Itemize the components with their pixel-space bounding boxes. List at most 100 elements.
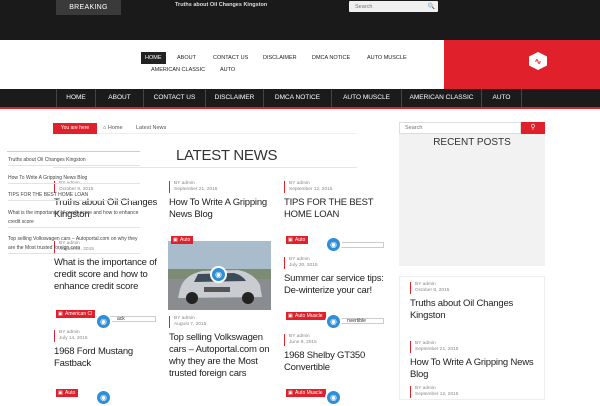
category-badge[interactable]: Auto bbox=[56, 389, 79, 397]
post-date: September 21, 2015 bbox=[174, 187, 218, 192]
post-author: BY admin bbox=[415, 386, 436, 391]
post-card: BY admin August 7, 2015 Top selling Volks… bbox=[169, 316, 273, 380]
caption-text: ack bbox=[117, 316, 125, 322]
post-meta: BY admin July 30, 2015 bbox=[284, 257, 388, 269]
post-title-link[interactable]: TIPS FOR THE BEST HOME LOAN bbox=[284, 197, 388, 221]
post-date: June 8, 2015 bbox=[289, 340, 317, 345]
recent-post-link[interactable]: Truths about Oil Changes Kingston bbox=[8, 156, 140, 166]
post-card: BY admin July 14, 2015 1968 Ford Mustang … bbox=[54, 330, 158, 370]
post-date: July 30, 2015 bbox=[289, 263, 318, 268]
post-date: August 7, 2015 bbox=[174, 322, 207, 327]
camera-icon[interactable]: ◉ bbox=[210, 266, 227, 283]
recent-post-link[interactable]: How To Write A Gripping News Blog bbox=[8, 174, 140, 184]
camera-icon[interactable]: ◉ bbox=[95, 389, 112, 406]
main-nav-auto-muscle[interactable]: AUTO MUSCLE bbox=[332, 89, 402, 107]
main-nav-dmca[interactable]: DMCA NOTICE bbox=[264, 89, 332, 107]
upper-nav-disclaimer[interactable]: DISCLAIMER bbox=[259, 52, 301, 64]
search-icon[interactable]: 🔍 bbox=[428, 3, 435, 10]
breaking-ticker-link[interactable]: Truths about Oil Changes Kingston bbox=[175, 2, 267, 8]
category-badge[interactable]: Auto Muscle bbox=[286, 389, 326, 397]
camera-icon[interactable]: ◉ bbox=[325, 389, 342, 406]
post-title-link[interactable]: Top selling Volkswagen cars – Autoportal… bbox=[169, 332, 273, 380]
recent-posts-title: RECENT POSTS bbox=[433, 137, 511, 148]
post-author: BY admin bbox=[289, 257, 310, 262]
breadcrumb: You are here ⌂ Home Latest News bbox=[53, 123, 357, 134]
post-title-link[interactable]: How To Write A Gripping News Blog bbox=[169, 197, 273, 221]
home-icon: ⌂ bbox=[103, 125, 107, 131]
post-author: BY admin bbox=[174, 316, 195, 321]
post-card: BY admin July 30, 2015 Summer car service… bbox=[284, 257, 388, 297]
breaking-label: BREAKING bbox=[56, 0, 121, 15]
breadcrumb-label: You are here bbox=[53, 123, 97, 134]
breadcrumb-home-text: Home bbox=[107, 125, 123, 131]
post-title-link[interactable]: What is the importance of credit score a… bbox=[54, 257, 158, 293]
post-card: BY admin June 8, 2015 1968 Shelby GT350 C… bbox=[284, 334, 388, 374]
sidebar-search: ⚲ bbox=[399, 122, 545, 134]
post-author: BY admin bbox=[174, 181, 195, 186]
main-nav-about[interactable]: ABOUT bbox=[96, 89, 144, 107]
upper-nav-home[interactable]: HOME bbox=[141, 52, 166, 64]
main-nav-auto[interactable]: AUTO bbox=[482, 89, 522, 107]
recent-post-link[interactable]: Top selling Volkswagen cars – Autoportal… bbox=[8, 235, 140, 254]
post-author: BY admin bbox=[415, 341, 436, 346]
category-badge[interactable]: American Cl bbox=[56, 310, 96, 318]
featured-post: BY admin September 21, 2015 How To Write … bbox=[410, 341, 538, 381]
post-date: September 12, 2015 bbox=[415, 392, 459, 397]
camera-icon[interactable]: ◉ bbox=[325, 236, 342, 253]
main-nav: HOME ABOUT CONTACT US DISCLAIMER DMCA NO… bbox=[0, 89, 600, 109]
search-icon: ⚲ bbox=[530, 124, 536, 131]
camera-icon[interactable]: ◉ bbox=[95, 313, 112, 330]
recent-posts-widget: RECENT POSTS bbox=[399, 134, 545, 266]
caption-text: nvertible bbox=[347, 318, 366, 324]
post-meta: BY admin September 12, 2015 bbox=[410, 386, 538, 398]
section-title: LATEST NEWS bbox=[176, 147, 278, 164]
recent-post-link[interactable]: What is the importance of credit score a… bbox=[8, 209, 140, 228]
breadcrumb-home-link[interactable]: ⌂ Home bbox=[103, 123, 123, 134]
category-badge[interactable]: Auto bbox=[171, 236, 194, 244]
upper-nav-dmca[interactable]: DMCA NOTICE bbox=[308, 52, 354, 64]
post-title-link[interactable]: 1968 Shelby GT350 Convertible bbox=[284, 350, 388, 374]
post-meta: BY admin September 12, 2015 bbox=[284, 181, 388, 193]
camera-icon[interactable]: ◉ bbox=[325, 313, 342, 330]
post-title-link[interactable]: How To Write A Gripping News Blog bbox=[410, 357, 538, 381]
post-author: BY admin bbox=[415, 282, 436, 287]
category-badge[interactable]: Auto Muscle bbox=[286, 312, 326, 320]
main-nav-disclaimer[interactable]: DISCLAIMER bbox=[206, 89, 264, 107]
header-red-area bbox=[444, 40, 600, 89]
post-date: October 8, 2015 bbox=[415, 288, 450, 293]
recent-post-link[interactable]: TIPS FOR THE BEST HOME LOAN bbox=[8, 191, 140, 201]
top-bar: BREAKING Truths about Oil Changes Kingst… bbox=[0, 0, 600, 40]
post-author: BY admin bbox=[59, 330, 80, 335]
main-nav-home[interactable]: HOME bbox=[56, 89, 96, 107]
post-title-link[interactable]: 1968 Ford Mustang Fastback bbox=[54, 346, 158, 370]
post-meta: BY admin July 14, 2015 bbox=[54, 330, 158, 342]
post-meta: BY admin September 21, 2015 bbox=[410, 341, 538, 353]
upper-nav-american-classic[interactable]: AMERICAN CLASSIC bbox=[147, 64, 209, 76]
featured-post: BY admin September 12, 2015 bbox=[410, 386, 538, 398]
upper-nav-auto-muscle[interactable]: AUTO MUSCLE bbox=[363, 52, 411, 64]
post-title-link[interactable]: Summer car service tips: De-winterize yo… bbox=[284, 273, 388, 297]
main-nav-contact[interactable]: CONTACT US bbox=[144, 89, 206, 107]
post-author: BY admin bbox=[289, 181, 310, 186]
recent-posts-divider bbox=[7, 151, 140, 152]
main-nav-american-classic[interactable]: AMERICAN CLASSIC bbox=[402, 89, 482, 107]
category-badge[interactable]: Auto bbox=[286, 236, 309, 244]
top-search-input[interactable] bbox=[349, 1, 427, 12]
post-meta: BY admin September 21, 2015 bbox=[169, 181, 273, 193]
top-search: 🔍 bbox=[349, 1, 438, 12]
sidebar-search-button[interactable]: ⚲ bbox=[521, 122, 545, 134]
post-meta: BY admin August 7, 2015 bbox=[169, 316, 273, 328]
upper-nav-about[interactable]: ABOUT bbox=[173, 52, 200, 64]
post-date: July 14, 2015 bbox=[59, 336, 88, 341]
featured-post: BY admin October 8, 2015 Truths about Oil… bbox=[410, 282, 538, 322]
post-meta: BY admin June 8, 2015 bbox=[284, 334, 388, 346]
featured-posts-widget: BY admin October 8, 2015 Truths about Oil… bbox=[399, 276, 545, 400]
post-card: BY admin September 12, 2015 TIPS FOR THE … bbox=[284, 181, 388, 221]
upper-nav-auto[interactable]: AUTO bbox=[216, 64, 239, 76]
sidebar-search-input[interactable] bbox=[399, 122, 521, 134]
post-author: BY admin bbox=[289, 334, 310, 339]
post-title-link[interactable]: Truths about Oil Changes Kingston bbox=[410, 298, 538, 322]
upper-nav-contact[interactable]: CONTACT US bbox=[209, 52, 252, 64]
post-date: September 21, 2015 bbox=[415, 347, 459, 352]
breadcrumb-current: Latest News bbox=[136, 125, 167, 131]
